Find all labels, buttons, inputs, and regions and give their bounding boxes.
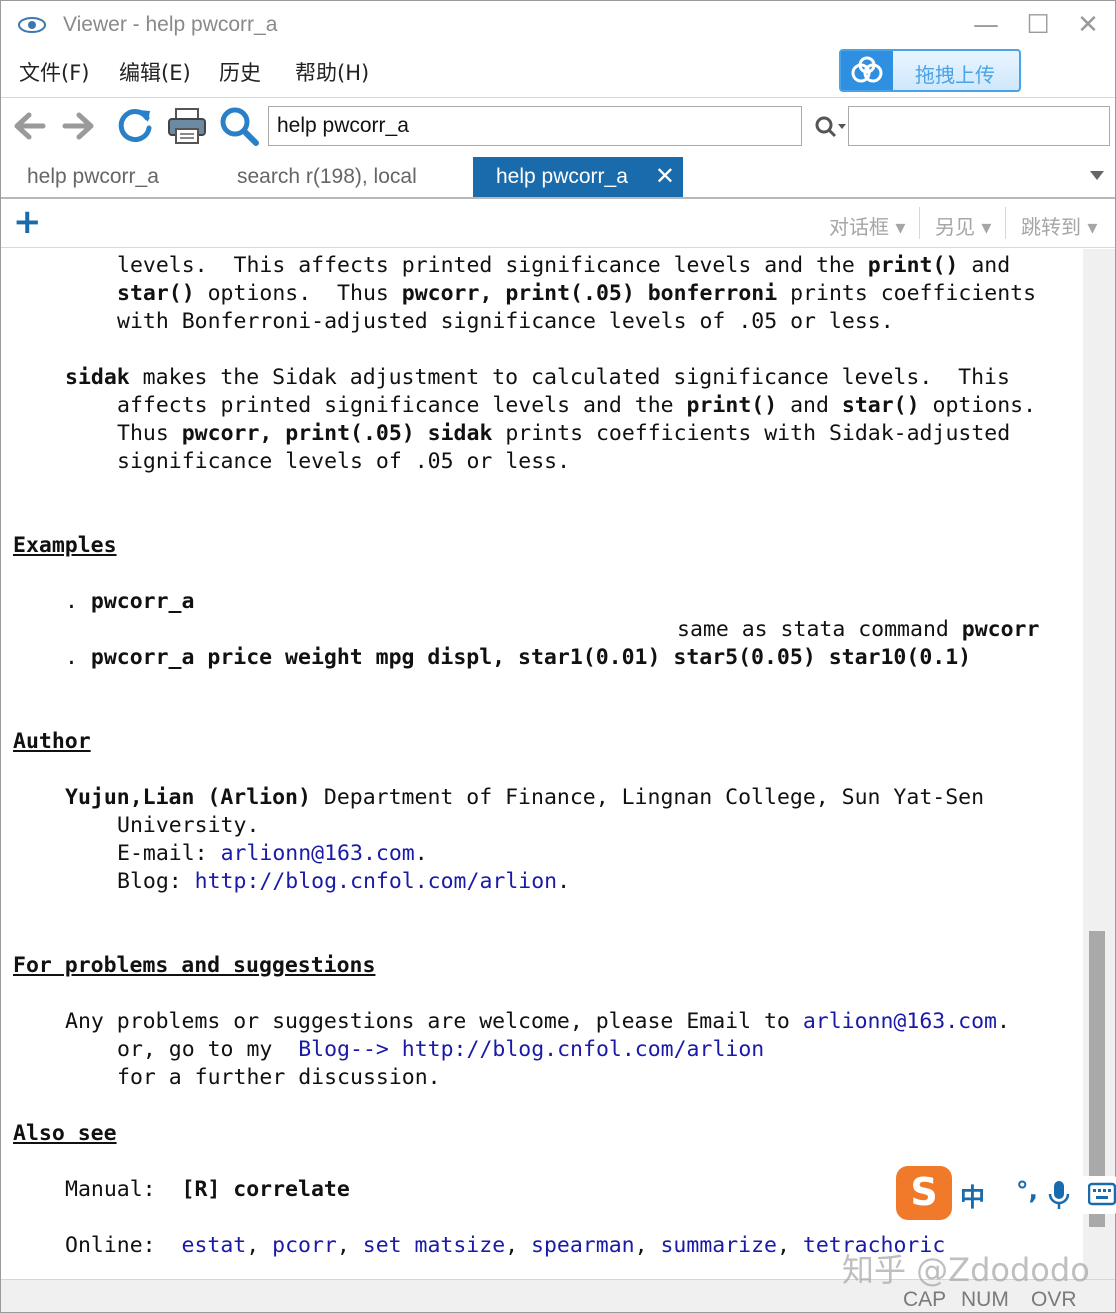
doc-line: Yujun,Lian (Arlion) Department of Financ… (65, 785, 985, 810)
ime-punctuation[interactable]: °, (1016, 1176, 1038, 1205)
example-command[interactable]: pwcorr_a price weight mpg displ, star1(0… (91, 645, 971, 670)
divider (1005, 207, 1006, 239)
sogou-logo[interactable]: S (896, 1166, 952, 1220)
problems-heading: For problems and suggestions (13, 953, 376, 978)
doc-line: Blog: http://blog.cnfol.com/arlion. (117, 869, 571, 894)
doc-line: affects printed significance levels and … (117, 393, 1037, 418)
link-set-matsize[interactable]: set matsize (363, 1233, 505, 1258)
find-input[interactable] (848, 106, 1110, 146)
title-bar: Viewer - help pwcorr_a — ☐ ✕ (1, 1, 1115, 51)
tab-help-pwcorr-a-active[interactable]: help pwcorr_a ✕ (473, 157, 683, 197)
doc-line: Thus pwcorr, print(.05) sidak prints coe… (117, 421, 1011, 446)
blog-link[interactable]: Blog--> (298, 1037, 389, 1062)
doc-line: E-mail: arlionn@163.com. (117, 841, 428, 866)
tab-close-icon[interactable]: ✕ (655, 157, 675, 197)
example-line: . pwcorr_a (65, 589, 195, 614)
also-see-heading: Also see (13, 1121, 117, 1146)
doc-line: or, go to my Blog--> http://blog.cnfol.c… (117, 1037, 765, 1062)
blog-url-link[interactable]: http://blog.cnfol.com/arlion (402, 1037, 764, 1062)
search-icon[interactable] (217, 104, 261, 148)
vertical-scrollbar[interactable] (1083, 249, 1115, 1279)
tab-label: help pwcorr_a (496, 165, 628, 188)
drag-upload-button[interactable]: 拖拽上传 (839, 49, 1021, 92)
help-content: levels. This affects printed significanc… (1, 249, 1081, 1279)
jump-to-label: 跳转到 (1021, 215, 1081, 239)
blog-link[interactable]: http://blog.cnfol.com/arlion (195, 869, 557, 894)
watermark: 知乎 @Zdododo (842, 1251, 1090, 1289)
upload-label: 拖拽上传 (915, 63, 995, 87)
keyboard-icon[interactable] (1088, 1182, 1116, 1206)
tab-help-pwcorr-a-1[interactable]: help pwcorr_a (27, 157, 207, 197)
viewer-window: Viewer - help pwcorr_a — ☐ ✕ 文件(F) 编辑(E)… (0, 0, 1116, 1313)
online-line: Online: estat, pcorr, set matsize, spear… (65, 1233, 946, 1258)
eye-icon (18, 17, 46, 33)
cloud-icon (841, 51, 893, 90)
window-title: Viewer - help pwcorr_a (63, 13, 278, 36)
find-icon[interactable] (813, 114, 847, 140)
email-link[interactable]: arlionn@163.com (803, 1009, 997, 1034)
also-see-label: 另见 (935, 215, 975, 239)
also-see-dropdown[interactable]: 另见 ▾ (935, 211, 991, 240)
doc-line: levels. This affects printed significanc… (117, 253, 1011, 278)
divider (919, 207, 920, 239)
doc-line: sidak makes the Sidak adjustment to calc… (65, 365, 1010, 390)
menu-help[interactable]: 帮助(H) (295, 57, 369, 87)
dialog-dropdown[interactable]: 对话框 ▾ (829, 211, 905, 240)
example-command[interactable]: pwcorr_a (91, 589, 195, 614)
doc-line: with Bonferroni-adjusted significance le… (117, 309, 894, 334)
ime-bar: 中 °, (946, 1176, 1116, 1214)
menu-history[interactable]: 历史 (219, 57, 261, 87)
manual-line: Manual: [R] correlate (65, 1177, 350, 1202)
back-arrow-icon[interactable] (7, 104, 51, 148)
maximize-button[interactable]: ☐ (1021, 9, 1055, 41)
dialog-label: 对话框 (829, 215, 889, 239)
menu-edit[interactable]: 编辑(E) (119, 57, 191, 87)
ovr-indicator: OVR (1031, 1288, 1077, 1311)
example-line: . pwcorr_a price weight mpg displ, star1… (65, 645, 972, 670)
doc-line: University. (117, 813, 260, 838)
email-link[interactable]: arlionn@163.com (221, 841, 415, 866)
doc-line: significance levels of .05 or less. (117, 449, 571, 474)
num-indicator: NUM (961, 1288, 1009, 1311)
link-spearman[interactable]: spearman (531, 1233, 635, 1258)
microphone-icon[interactable] (1048, 1180, 1070, 1210)
forward-arrow-icon[interactable] (57, 104, 101, 148)
minimize-button[interactable]: — (969, 9, 1003, 41)
link-summarize[interactable]: summarize (660, 1233, 777, 1258)
example-note: same as stata command pwcorr (677, 617, 1040, 642)
print-icon[interactable] (165, 104, 209, 148)
menu-file[interactable]: 文件(F) (19, 57, 89, 87)
tab-bar: help pwcorr_a search r(198), local help … (1, 157, 1115, 199)
refresh-icon[interactable] (113, 104, 157, 148)
doc-line: star() options. Thus pwcorr, print(.05) … (117, 281, 1037, 306)
link-estat[interactable]: estat (182, 1233, 247, 1258)
doc-line: Any problems or suggestions are welcome,… (65, 1009, 1010, 1034)
author-heading: Author (13, 729, 91, 754)
secondary-toolbar: + 对话框 ▾ 另见 ▾ 跳转到 ▾ (1, 199, 1115, 248)
add-icon[interactable]: + (13, 203, 42, 241)
manual-ref: [R] correlate (181, 1177, 350, 1202)
link-pcorr[interactable]: pcorr (272, 1233, 337, 1258)
jump-to-dropdown[interactable]: 跳转到 ▾ (1021, 211, 1097, 240)
examples-heading: Examples (13, 533, 117, 558)
toolbar (1, 97, 1115, 156)
cap-indicator: CAP (903, 1288, 947, 1311)
doc-line: for a further discussion. (117, 1065, 441, 1090)
ime-chinese-mode[interactable]: 中 (960, 1178, 985, 1214)
command-input[interactable] (268, 106, 802, 146)
close-window-button[interactable]: ✕ (1071, 9, 1105, 41)
ime-toolbar[interactable]: 中 °, S (896, 1166, 1116, 1224)
tab-search[interactable]: search r(198), local (237, 157, 467, 197)
tab-list-dropdown-icon[interactable] (1090, 171, 1104, 180)
